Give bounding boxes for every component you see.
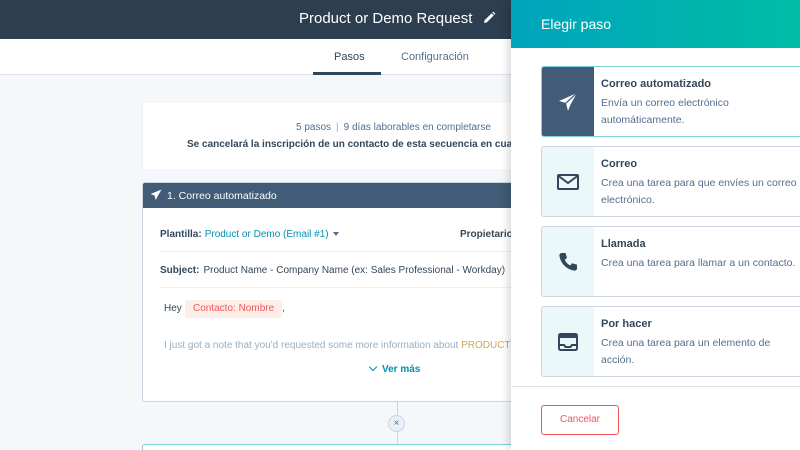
divider — [160, 251, 521, 252]
envelope-icon — [557, 174, 579, 190]
option-description: Crea una tarea para llamar a un contacto… — [601, 257, 796, 269]
option-icon-box — [542, 227, 594, 296]
sequence-title[interactable]: Product or Demo Request — [299, 10, 472, 27]
subject-row: Subject: Product Name - Company Name (ex:… — [160, 265, 505, 276]
panel-footer-divider — [511, 386, 800, 387]
personalization-token: Contacto: Nombre — [185, 300, 283, 318]
subject-label: Subject: — [160, 265, 200, 276]
owner-label: Propietario — [460, 229, 513, 240]
email-body-preview: I just got a note that you'd requested s… — [164, 340, 511, 351]
email-body-text: I just got a note that you'd requested s… — [164, 340, 459, 351]
show-more-label: Ver más — [382, 364, 421, 375]
choose-step-panel: Elegir paso Correo automatizado Envía un… — [511, 0, 800, 450]
inbox-tray-icon — [558, 333, 578, 351]
paper-plane-icon — [150, 189, 162, 200]
greeting-comma: , — [282, 303, 285, 314]
panel-header: Elegir paso — [511, 0, 800, 48]
greeting-text: Hey — [164, 303, 182, 314]
option-description: Crea una tarea para un elemento de acció… — [601, 337, 771, 366]
template-select[interactable]: Product or Demo (Email #1) — [205, 229, 329, 240]
option-icon-box — [542, 147, 594, 216]
active-tab-indicator — [313, 72, 381, 75]
step-header: 1. Correo automatizado — [143, 183, 521, 208]
option-description: Crea una tarea para que envíes un correo… — [601, 177, 797, 206]
step-card-1[interactable]: 1. Correo automatizado Plantilla: Product… — [142, 182, 522, 402]
option-icon-box — [542, 67, 594, 136]
option-title: Correo automatizado — [601, 78, 712, 90]
chevron-down-icon — [368, 362, 378, 372]
sequence-summary-card: 5 pasos | 9 días laborables en completarse… — [142, 101, 527, 171]
option-icon-box — [542, 307, 594, 376]
panel-title: Elegir paso — [541, 16, 612, 32]
sequence-meta: 5 pasos | 9 días laborables en completarse — [296, 122, 491, 133]
pencil-icon[interactable] — [482, 11, 496, 25]
option-title: Correo — [601, 158, 638, 170]
template-row: Plantilla: Product or Demo (Email #1) — [160, 229, 339, 240]
divider — [160, 287, 521, 288]
steps-count: 5 pasos — [296, 122, 332, 133]
phone-icon — [559, 253, 577, 271]
meta-separator: | — [336, 122, 339, 133]
option-call[interactable]: Llamada Crea una tarea para llamar a un … — [541, 226, 800, 297]
option-description: Envía un correo electrónico automáticame… — [601, 97, 729, 126]
next-step-card[interactable] — [142, 444, 522, 450]
step-title: 1. Correo automatizado — [167, 190, 277, 202]
cancel-button[interactable]: Cancelar — [541, 405, 619, 435]
caret-down-icon[interactable] — [332, 232, 339, 237]
option-title: Por hacer — [601, 318, 652, 330]
tab-pasos[interactable]: Pasos — [334, 51, 365, 63]
show-more-link[interactable]: Ver más — [368, 362, 421, 375]
unenroll-note: Se cancelará la inscripción de un contac… — [187, 139, 528, 150]
tab-configuracion[interactable]: Configuración — [401, 51, 469, 63]
option-todo[interactable]: Por hacer Crea una tarea para un element… — [541, 306, 800, 377]
option-title: Llamada — [601, 238, 646, 250]
remove-step-button[interactable]: × — [388, 415, 405, 432]
days-count: 9 días laborables en completarse — [343, 122, 491, 133]
option-automated-email[interactable]: Correo automatizado Envía un correo elec… — [541, 66, 800, 137]
option-email[interactable]: Correo Crea una tarea para que envíes un… — [541, 146, 800, 217]
template-label: Plantilla: — [160, 229, 202, 240]
email-body-highlight: PRODUCT — [461, 340, 511, 351]
subject-value: Product Name - Company Name (ex: Sales P… — [203, 265, 506, 276]
paper-plane-icon — [559, 92, 578, 111]
